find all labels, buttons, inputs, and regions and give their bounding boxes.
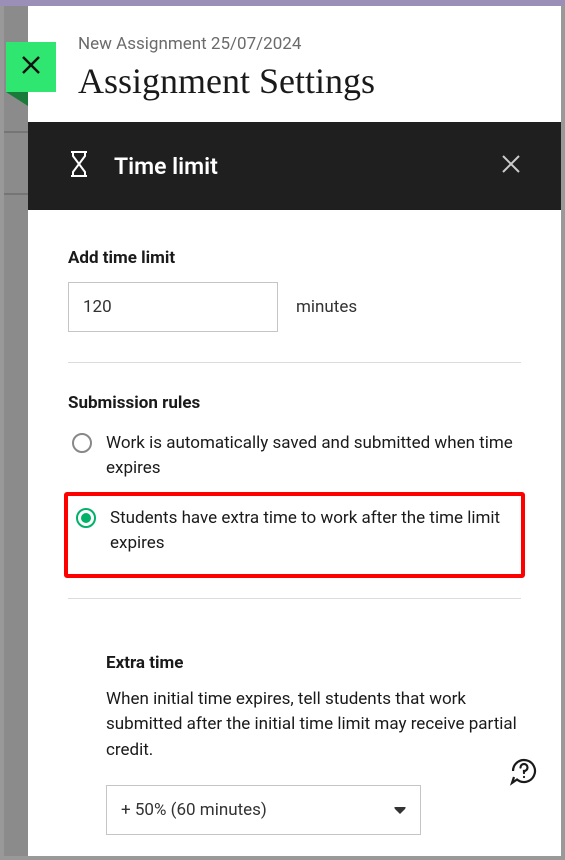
submission-rules-label: Submission rules <box>68 393 521 413</box>
section-title: Time limit <box>114 153 501 180</box>
extra-time-select[interactable]: + 50% (60 minutes) <box>106 785 421 835</box>
section-header: Time limit <box>28 122 561 210</box>
radio-icon <box>72 433 92 453</box>
radio-option-auto-submit[interactable]: Work is automatically saved and submitte… <box>68 427 521 492</box>
highlight-box: Students have extra time to work after t… <box>64 492 525 577</box>
divider <box>68 362 521 363</box>
hourglass-icon <box>68 150 90 182</box>
extra-time-description: When initial time expires, tell students… <box>106 687 521 764</box>
select-value: + 50% (60 minutes) <box>121 800 267 820</box>
radio-option-extra-time[interactable]: Students have extra time to work after t… <box>72 502 517 567</box>
radio-icon <box>76 508 96 528</box>
radio-label: Work is automatically saved and submitte… <box>106 431 521 480</box>
help-icon <box>509 771 539 790</box>
help-button[interactable] <box>509 756 539 790</box>
page-title: Assignment Settings <box>78 60 521 102</box>
section-close-button[interactable] <box>501 154 521 178</box>
time-limit-input[interactable] <box>68 282 278 332</box>
extra-time-label: Extra time <box>106 653 521 673</box>
breadcrumb: New Assignment 25/07/2024 <box>78 34 521 54</box>
divider <box>68 598 521 599</box>
time-limit-label: Add time limit <box>68 248 521 268</box>
close-panel-button[interactable] <box>6 42 56 92</box>
close-icon <box>501 159 521 178</box>
chevron-down-icon <box>394 800 406 820</box>
time-limit-unit: minutes <box>296 297 357 317</box>
close-icon <box>19 53 43 81</box>
radio-label: Students have extra time to work after t… <box>110 506 517 555</box>
